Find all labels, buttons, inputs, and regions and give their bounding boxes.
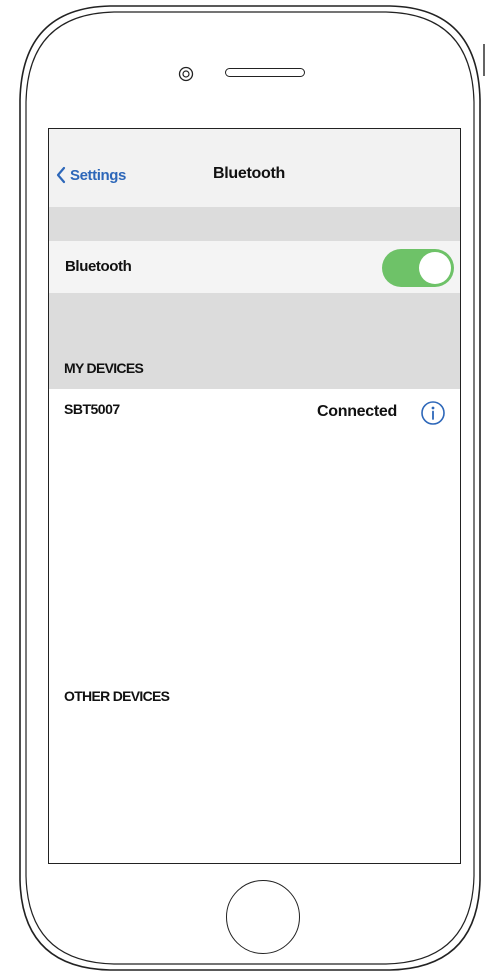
section-header-other-devices: OTHER DEVICES xyxy=(64,688,170,704)
home-button[interactable] xyxy=(226,880,300,954)
speaker-grille xyxy=(225,68,305,77)
section-spacer xyxy=(49,207,460,241)
screen: Settings Bluetooth Bluetooth MY DEVICES … xyxy=(48,128,461,864)
back-button[interactable]: Settings xyxy=(56,163,126,187)
page-title: Bluetooth xyxy=(213,165,285,182)
back-chevron-icon xyxy=(56,166,66,184)
bluetooth-toggle[interactable] xyxy=(382,249,454,287)
info-icon[interactable] xyxy=(420,400,446,426)
toggle-knob xyxy=(419,252,451,284)
bluetooth-row: Bluetooth xyxy=(49,241,460,293)
back-label: Settings xyxy=(70,166,126,184)
device-name: SBT5007 xyxy=(64,401,120,417)
bluetooth-label: Bluetooth xyxy=(65,258,132,275)
section-header-my-devices: MY DEVICES xyxy=(64,360,144,376)
camera-icon xyxy=(178,66,194,82)
device-status: Connected xyxy=(317,403,397,420)
navigation-bar: Settings Bluetooth xyxy=(49,129,460,208)
